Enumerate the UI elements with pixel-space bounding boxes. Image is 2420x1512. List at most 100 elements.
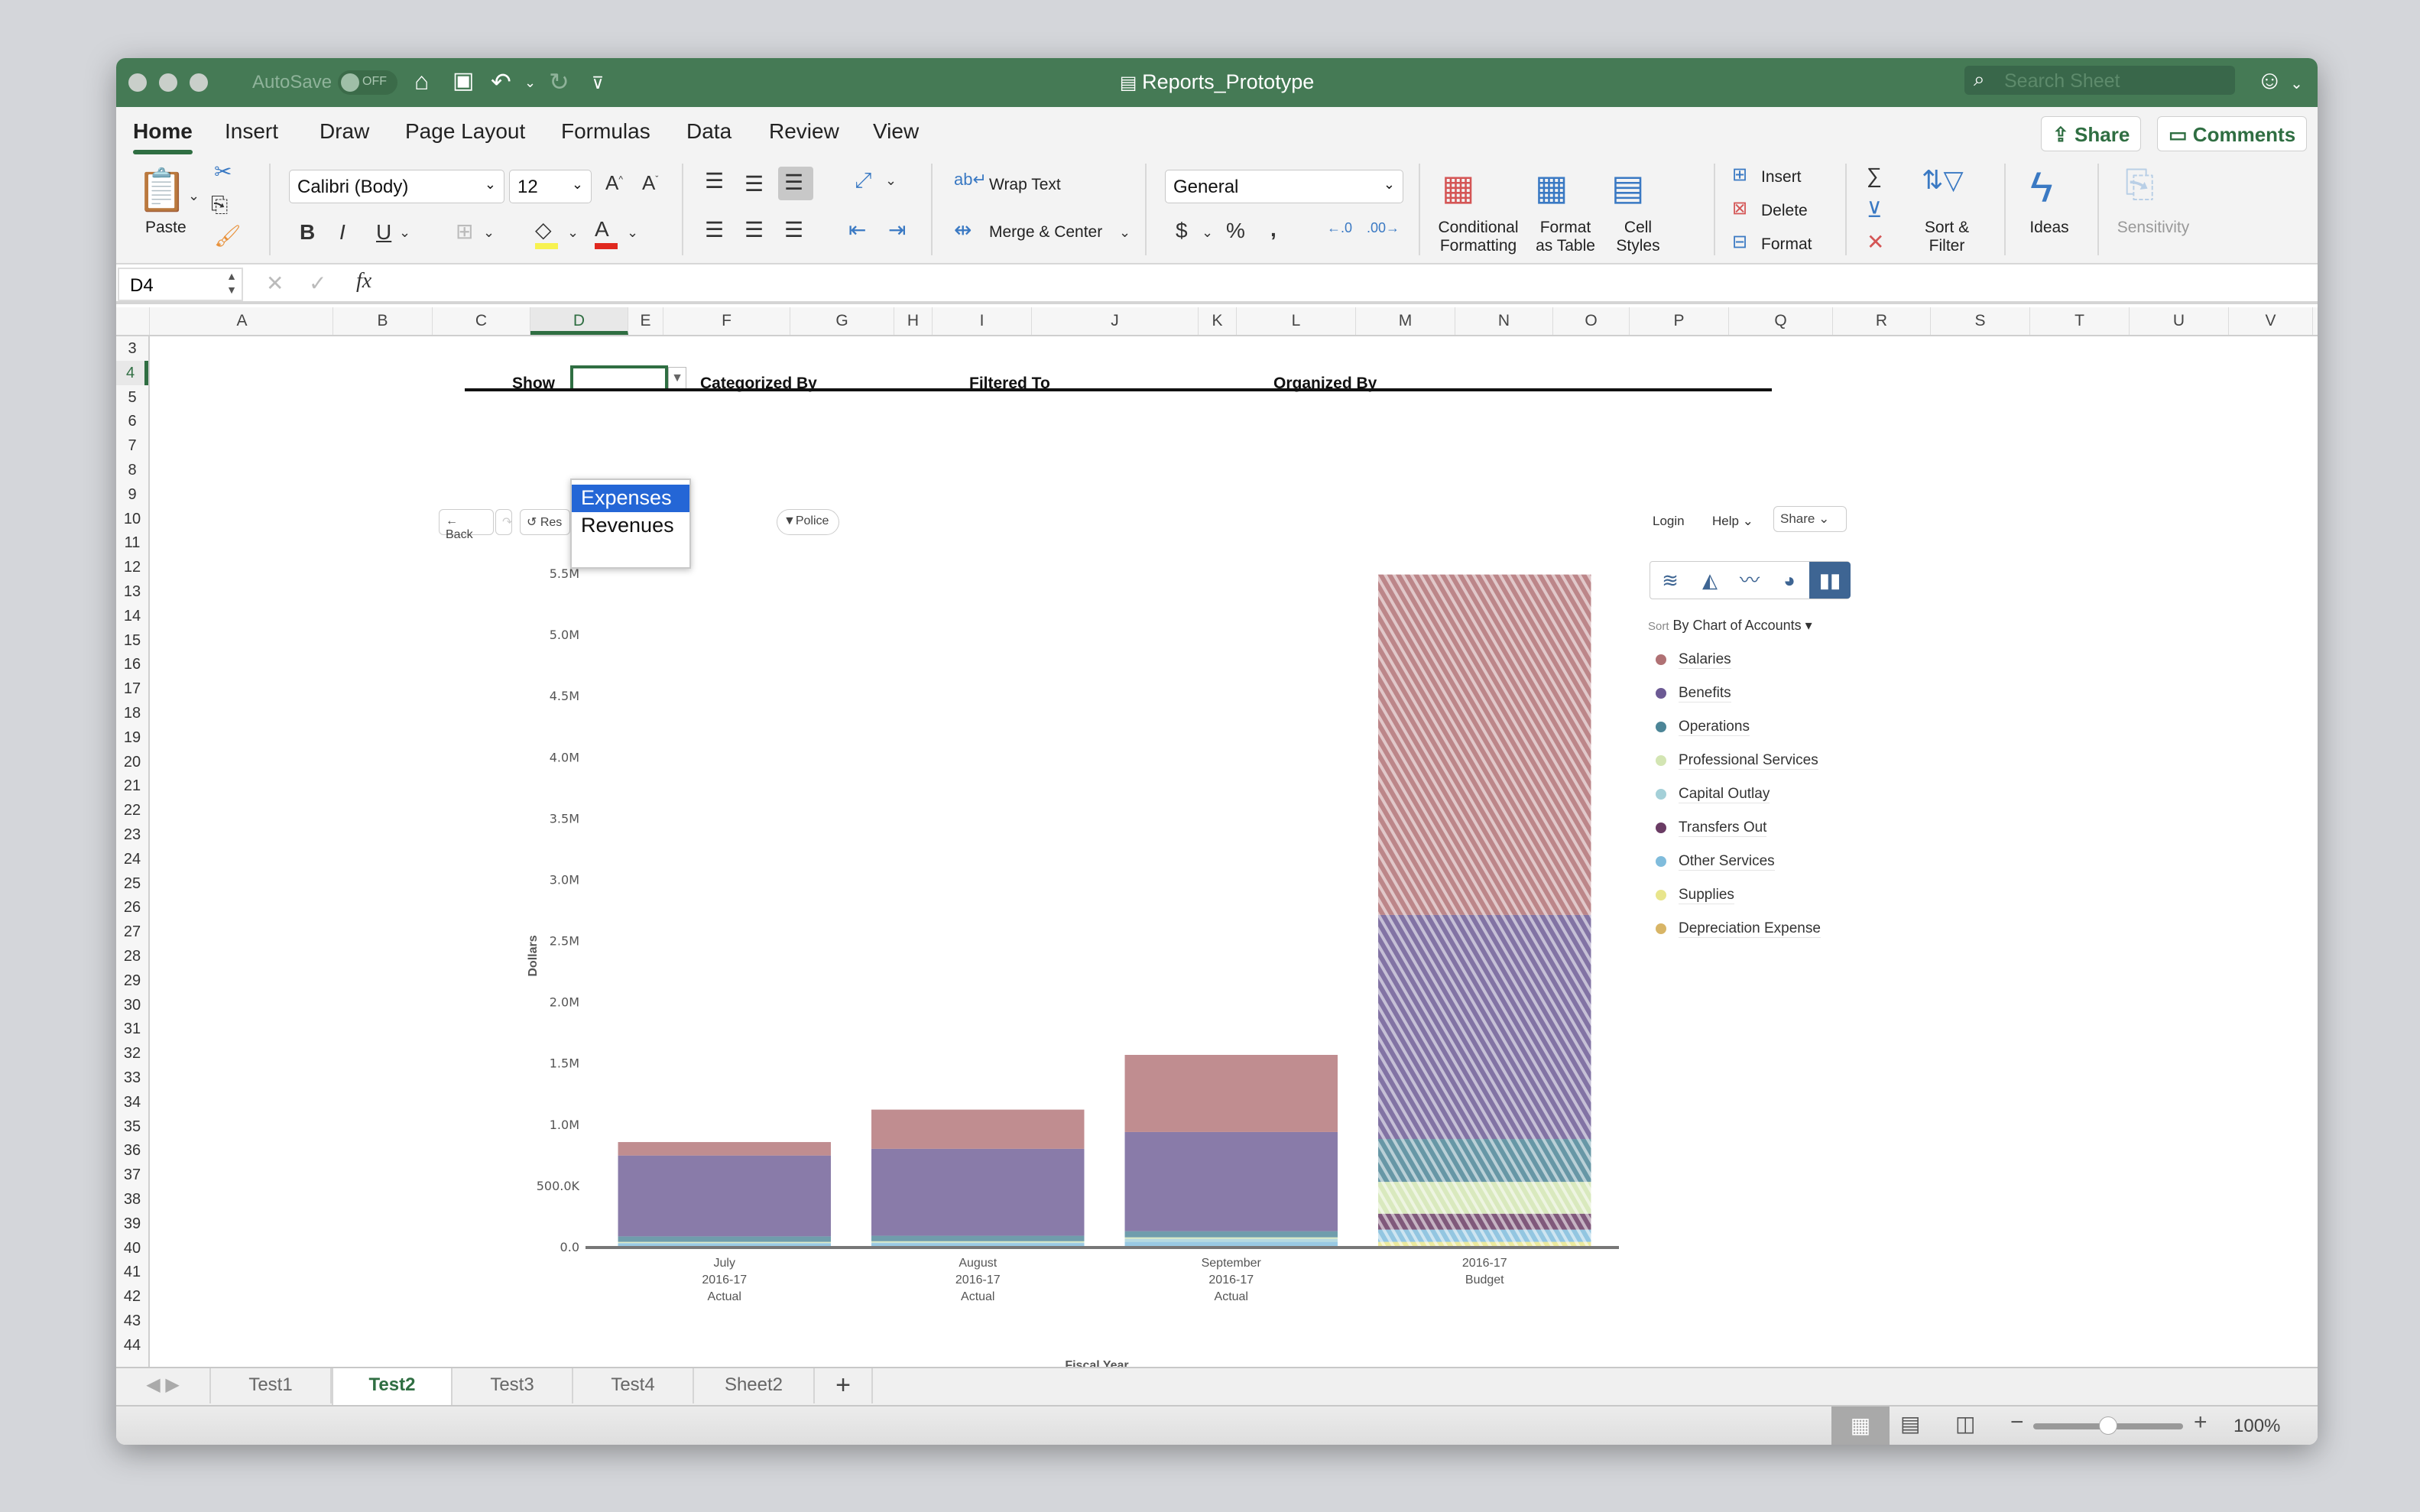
font-color-dropdown-icon[interactable]: ⌄ [627,225,638,241]
sheet-tab-test3[interactable]: Test3 [453,1368,573,1403]
format-as-table-button[interactable]: Format as Table [1527,219,1604,255]
align-bottom-icon[interactable]: ☰ [778,167,813,200]
column-header-n[interactable]: N [1455,307,1553,335]
align-center-icon[interactable]: ☰ [744,217,764,242]
confirm-entry-icon[interactable]: ✓ [309,271,326,296]
comments-button[interactable]: ▭ Comments [2157,116,2308,151]
ideas-button[interactable]: Ideas [2023,219,2076,237]
column-header-v[interactable]: V [2229,307,2313,335]
decrease-font-size-icon[interactable]: Aˇ [642,171,658,195]
legend-item[interactable]: Operations [1679,719,1750,736]
feedback-smiley-icon[interactable]: ☺ ⌄ [2256,66,2303,96]
orientation-icon[interactable]: ⤢ [855,168,871,193]
tab-insert[interactable]: Insert [225,119,278,144]
zoom-level[interactable]: 100% [2233,1416,2280,1437]
format-as-table-icon[interactable]: ▦ [1535,167,1568,208]
row-header-31[interactable]: 31 [116,1017,148,1041]
row-header-33[interactable]: 33 [116,1066,148,1090]
row-header-26[interactable]: 26 [116,895,148,920]
column-header-f[interactable]: F [663,307,790,335]
row-header-28[interactable]: 28 [116,944,148,969]
row-header-23[interactable]: 23 [116,823,148,847]
percent-icon[interactable]: % [1226,219,1245,243]
help-menu[interactable]: Help ⌄ [1712,514,1753,529]
legend-item[interactable]: Depreciation Expense [1679,920,1821,938]
decrease-decimal-icon[interactable]: .00→ [1367,220,1400,236]
share-button[interactable]: ⇪ Share [2041,116,2142,151]
fill-icon[interactable]: ⊻ [1867,197,1883,222]
conditional-formatting-icon[interactable]: ▦ [1442,167,1474,208]
add-sheet-icon[interactable]: + [815,1368,873,1403]
orientation-dropdown-icon[interactable]: ⌄ [885,173,897,189]
sheet-grid[interactable]: Show ▼ Categorized By Filtered To Organi… [151,336,2318,1422]
tab-data[interactable]: Data [686,119,732,144]
insert-cells-icon[interactable]: ⊞ [1732,164,1747,186]
area-chart-icon[interactable]: ◭ [1690,562,1730,599]
row-header-40[interactable]: 40 [116,1236,148,1261]
row-header-43[interactable]: 43 [116,1309,148,1333]
sheet-tab-test2[interactable]: Test2 [332,1368,453,1407]
zoom-slider-knob[interactable] [2099,1416,2117,1435]
row-header-12[interactable]: 12 [116,555,148,579]
tab-formulas[interactable]: Formulas [561,119,650,144]
row-header-10[interactable]: 10 [116,507,148,531]
sheet-tab-test4[interactable]: Test4 [573,1368,694,1403]
legend-item[interactable]: Other Services [1679,853,1775,871]
row-header-36[interactable]: 36 [116,1138,148,1163]
wrap-text-button[interactable]: Wrap Text [989,176,1061,194]
column-header-g[interactable]: G [790,307,894,335]
conditional-formatting-button[interactable]: Conditional Formatting [1432,219,1524,255]
row-header-42[interactable]: 42 [116,1284,148,1309]
row-header-5[interactable]: 5 [116,385,148,410]
column-header-u[interactable]: U [2130,307,2229,335]
column-header-c[interactable]: C [433,307,530,335]
row-header-32[interactable]: 32 [116,1041,148,1066]
sheet-tab-test1[interactable]: Test1 [211,1368,332,1403]
column-header-o[interactable]: O [1553,307,1630,335]
cell-styles-button[interactable]: Cell Styles [1604,219,1672,255]
column-header-i[interactable]: I [933,307,1032,335]
column-header-e[interactable]: E [628,307,663,335]
row-header-11[interactable]: 11 [116,530,148,555]
ideas-icon[interactable]: ϟ [2030,162,2053,212]
formula-input[interactable] [399,271,2310,300]
page-layout-view-icon[interactable]: ▤ [1900,1411,1920,1436]
comma-style-icon[interactable]: , [1270,217,1277,242]
column-header-j[interactable]: J [1032,307,1199,335]
clear-icon[interactable]: ✕ [1867,229,1884,255]
fill-color-dropdown-icon[interactable]: ⌄ [567,225,579,241]
align-middle-icon[interactable]: ☰ [744,171,764,196]
sensitivity-button[interactable]: Sensitivity [2111,219,2195,237]
zoom-slider[interactable] [2033,1416,2183,1435]
merge-center-icon[interactable]: ⇹ [954,217,972,242]
row-header-37[interactable]: 37 [116,1163,148,1187]
pie-chart-icon[interactable]: ◕ [1770,562,1809,599]
row-header-38[interactable]: 38 [116,1187,148,1212]
row-header-34[interactable]: 34 [116,1090,148,1115]
row-header-15[interactable]: 15 [116,628,148,653]
search-sheet-input[interactable]: ⌕ Search Sheet [1964,66,2235,95]
cut-icon[interactable]: ✂ [214,159,232,184]
insert-cells-button[interactable]: Insert [1761,168,1802,187]
align-right-icon[interactable]: ☰ [784,217,803,242]
font-name-select[interactable]: Calibri (Body) ⌄ [289,170,504,203]
normal-view-icon[interactable]: ▦ [1831,1407,1890,1445]
delete-cells-button[interactable]: Delete [1761,202,1808,220]
column-header-b[interactable]: B [333,307,433,335]
cell-styles-icon[interactable]: ▤ [1611,167,1644,208]
borders-icon[interactable]: ⊞ [456,219,473,244]
name-box-stepper-icon[interactable]: ▲ ▼ [226,269,237,297]
sheet-tab-sheet2[interactable]: Sheet2 [694,1368,815,1403]
tab-review[interactable]: Review [769,119,839,144]
column-header-d[interactable]: D [530,307,628,335]
zoom-in-icon[interactable]: + [2194,1410,2208,1436]
row-header-27[interactable]: 27 [116,920,148,944]
row-header-14[interactable]: 14 [116,604,148,628]
column-header-k[interactable]: K [1199,307,1237,335]
fill-color-icon[interactable]: ◇ [535,217,558,249]
column-header-l[interactable]: L [1237,307,1356,335]
currency-icon[interactable]: $ [1176,219,1188,243]
column-header-s[interactable]: S [1931,307,2030,335]
row-header-4[interactable]: 4 [116,360,148,385]
underline-icon[interactable]: U [376,220,391,245]
